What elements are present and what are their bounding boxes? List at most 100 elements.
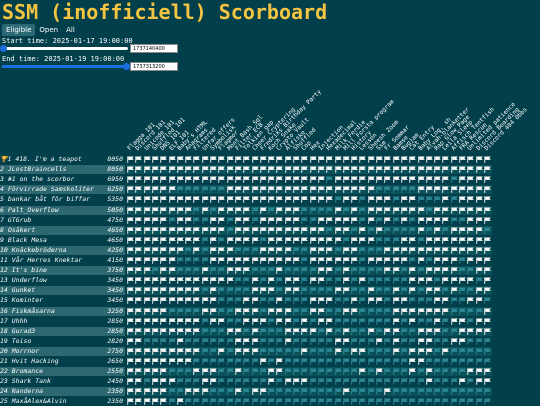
solved-flag-icon xyxy=(318,257,325,264)
solved-flag-icon xyxy=(284,307,292,315)
solved-flag-icon xyxy=(334,186,342,194)
solved-flag-icon xyxy=(475,166,483,173)
unsolved-flag-icon xyxy=(193,186,201,194)
team-name[interactable]: 4 Förvirrade Samskoliter xyxy=(0,185,100,195)
tab-eligible[interactable]: Eligible xyxy=(2,24,36,36)
unsolved-flag-icon xyxy=(359,206,367,214)
solved-flag-icon xyxy=(426,277,433,284)
team-name[interactable]: 17 Uhhh xyxy=(0,316,100,326)
solved-flag-icon xyxy=(218,176,226,183)
unsolved-flag-icon xyxy=(467,398,475,406)
team-name[interactable]: 🏆1 418. I'm a teapot xyxy=(0,155,100,164)
solve-cells xyxy=(127,326,492,336)
tab-open[interactable]: Open xyxy=(35,24,62,36)
team-name[interactable]: 3 #1 on the scorbor xyxy=(0,175,100,185)
unsolved-flag-icon xyxy=(367,378,375,385)
solved-flag-icon xyxy=(467,297,475,305)
solved-flag-icon xyxy=(309,277,317,284)
team-name[interactable]: 2 JLostBraincells xyxy=(0,165,100,175)
unsolved-flag-icon xyxy=(409,398,416,406)
team-name[interactable]: 22 Bromance xyxy=(0,367,100,377)
start-slider-knob[interactable] xyxy=(0,45,7,52)
solved-flag-icon xyxy=(434,186,441,194)
solved-flag-icon xyxy=(276,166,284,173)
solved-flag-icon xyxy=(293,216,300,224)
solved-flag-icon xyxy=(185,156,192,163)
solved-flag-icon xyxy=(343,156,350,163)
solved-flag-icon xyxy=(276,247,284,254)
solved-flag-icon xyxy=(127,267,134,274)
unsolved-flag-icon xyxy=(475,277,483,284)
team-name[interactable]: 18 Gurad3 xyxy=(0,326,100,336)
solved-flag-icon xyxy=(484,176,491,183)
end-slider-fill xyxy=(2,65,128,68)
team-name[interactable]: 12 It's bine xyxy=(0,266,100,276)
tab-all[interactable]: All xyxy=(62,24,79,36)
solved-flag-icon xyxy=(135,277,143,284)
team-name[interactable]: 9 Black Mesa xyxy=(0,235,100,245)
team-name[interactable]: 6 Palt_Overflow xyxy=(0,205,100,215)
unsolved-flag-icon xyxy=(235,277,242,284)
solved-flag-icon xyxy=(401,196,408,204)
team-name[interactable]: 10 Knäckebröderna xyxy=(0,245,100,255)
solved-flag-icon xyxy=(334,176,342,183)
solved-flag-icon xyxy=(434,206,441,214)
start-timestamp-input[interactable]: 1737140400 xyxy=(130,44,178,53)
unsolved-flag-icon xyxy=(442,358,450,365)
team-name[interactable]: 11 Vår Herres Knektar xyxy=(0,256,100,265)
team-name[interactable]: 7 GTGrub xyxy=(0,215,100,225)
table-row: 22 Bromance 2550 xyxy=(0,367,492,377)
team-name[interactable]: 19 Toiso xyxy=(0,336,100,346)
end-time-slider[interactable] xyxy=(2,63,130,70)
solved-flag-icon xyxy=(268,216,275,224)
unsolved-flag-icon xyxy=(226,388,234,396)
solved-flag-icon xyxy=(376,257,383,264)
solved-flag-icon xyxy=(409,166,416,173)
team-name[interactable]: 24 Nanderna xyxy=(0,387,100,397)
solved-flag-icon xyxy=(434,327,441,335)
end-slider-knob[interactable] xyxy=(123,63,130,70)
unsolved-flag-icon xyxy=(301,297,309,305)
unsolved-flag-icon xyxy=(384,237,392,244)
team-name[interactable]: 16 Fiskmåsarna xyxy=(0,306,100,316)
team-name[interactable]: 20 Morrnor xyxy=(0,346,100,356)
team-name[interactable]: 21 Hvit Hacking xyxy=(0,357,100,366)
solved-flag-icon xyxy=(260,216,267,224)
team-name[interactable]: 5 bankar båt för biffar xyxy=(0,195,100,205)
page-title: SSM (inofficiell) Scorboard xyxy=(2,0,328,24)
solved-flag-icon xyxy=(185,216,192,224)
team-score: 3450 xyxy=(100,286,125,296)
unsolved-flag-icon xyxy=(251,378,259,385)
solved-flag-icon xyxy=(152,368,159,375)
unsolved-flag-icon xyxy=(260,297,267,305)
solved-flag-icon xyxy=(401,257,408,264)
unsolved-flag-icon xyxy=(343,348,350,355)
solved-flag-icon xyxy=(401,247,408,254)
end-timestamp-input[interactable]: 1737313200 xyxy=(130,62,178,71)
solved-flag-icon xyxy=(442,307,450,315)
team-name[interactable]: 15 Kominter xyxy=(0,296,100,306)
unsolved-flag-icon xyxy=(309,216,317,224)
unsolved-flag-icon xyxy=(301,277,309,284)
solved-flag-icon xyxy=(309,247,317,254)
unsolved-flag-icon xyxy=(235,247,242,254)
unsolved-flag-icon xyxy=(334,267,342,274)
unsolved-flag-icon xyxy=(326,348,333,355)
team-name[interactable]: 23 Shark Tank xyxy=(0,377,100,387)
solved-flag-icon xyxy=(351,348,358,355)
unsolved-flag-icon xyxy=(376,398,383,406)
solved-flag-icon xyxy=(251,257,259,264)
solved-flag-icon xyxy=(143,267,151,274)
solved-flag-icon xyxy=(260,186,267,194)
team-name[interactable]: 13 Underflow xyxy=(0,276,100,286)
unsolved-flag-icon xyxy=(260,327,267,335)
team-name[interactable]: 14 Gunket xyxy=(0,286,100,296)
unsolved-flag-icon xyxy=(193,358,201,365)
team-name[interactable]: 8 Osäkert xyxy=(0,225,100,235)
unsolved-flag-icon xyxy=(226,317,234,325)
solved-flag-icon xyxy=(343,388,350,396)
unsolved-flag-icon xyxy=(318,378,325,385)
solved-flag-icon xyxy=(268,368,275,375)
start-time-slider[interactable] xyxy=(0,45,128,52)
solved-flag-icon xyxy=(475,317,483,325)
